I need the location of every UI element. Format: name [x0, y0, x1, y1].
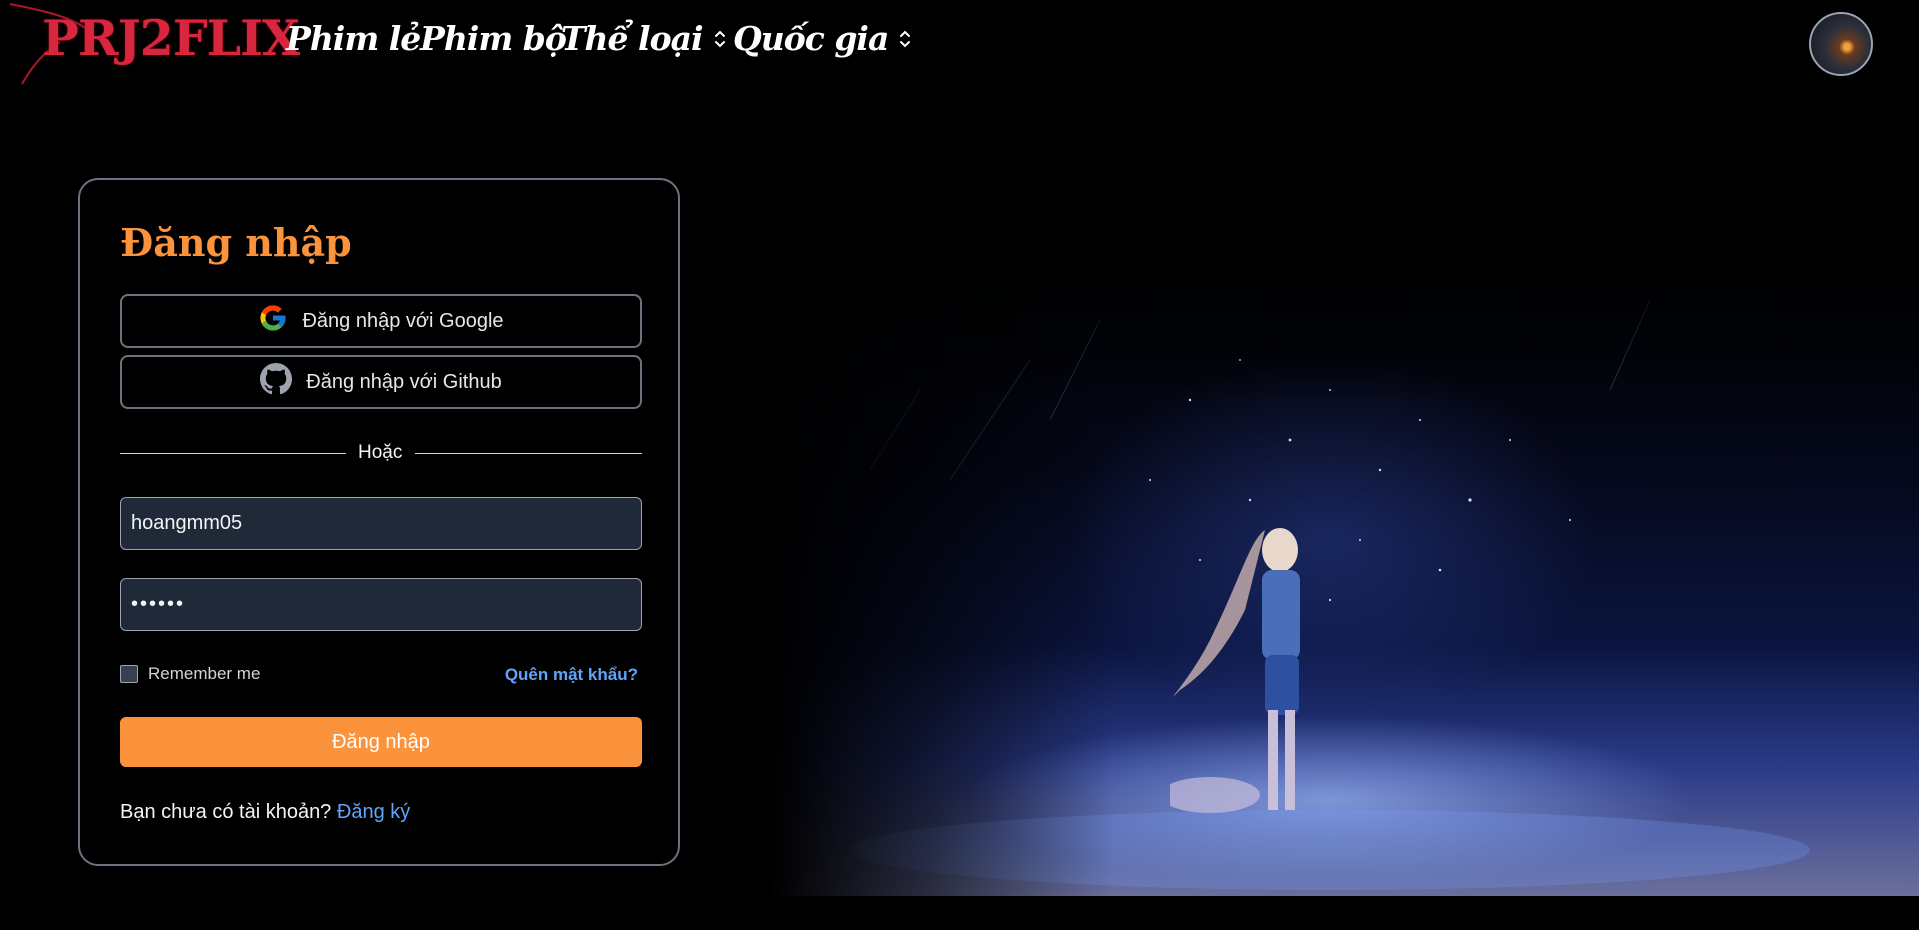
nav-phim-bo[interactable]: Phim bộ [420, 19, 567, 58]
divider-text: Hoặc [358, 442, 403, 463]
github-login-button[interactable]: Đăng nhập với Github [120, 355, 642, 409]
google-login-button[interactable]: Đăng nhập với Google [120, 294, 642, 348]
forgot-password-link[interactable]: Quên mật khẩu? [505, 665, 638, 685]
girl-figure-icon [1170, 528, 1300, 813]
signup-prompt: Bạn chưa có tài khoản? [120, 801, 332, 823]
remember-label: Remember me [148, 664, 261, 683]
login-submit-button[interactable]: Đăng nhập [120, 717, 642, 767]
chevron-up-down-icon [713, 28, 727, 50]
chevron-up-down-icon [898, 28, 912, 50]
user-avatar[interactable] [1809, 12, 1873, 76]
nav-label: Phim lẻ [286, 19, 421, 58]
google-login-label: Đăng nhập với Google [302, 309, 504, 332]
login-title: Đăng nhập [120, 220, 352, 265]
username-input[interactable] [120, 497, 642, 550]
signup-link[interactable]: Đăng ký [337, 801, 410, 823]
github-login-label: Đăng nhập với Github [306, 370, 502, 393]
nav-label: Phim bộ [420, 19, 567, 58]
github-icon [260, 363, 293, 401]
divider-left [120, 453, 346, 454]
divider-right [415, 453, 642, 454]
login-card: Đăng nhập Đăng nhập với Google Đăng nhập… [78, 178, 680, 866]
nav-the-loai[interactable]: Thể loại [561, 22, 727, 55]
nav-label: Thể loại [561, 19, 703, 58]
nav-quoc-gia[interactable]: Quốc gia [733, 22, 912, 55]
signup-row: Bạn chưa có tài khoản? Đăng ký [120, 801, 410, 824]
password-input[interactable] [120, 578, 642, 631]
google-icon [258, 303, 288, 339]
remember-me[interactable]: Remember me [120, 664, 260, 684]
remember-checkbox[interactable] [120, 665, 138, 683]
top-navbar: PRJ2FLIX Phim lẻ Phim bộ Thể loại Quốc g… [0, 0, 1919, 90]
nav-label: Quốc gia [733, 19, 889, 58]
logo[interactable]: PRJ2FLIX [42, 14, 300, 63]
nav-phim-le[interactable]: Phim lẻ [286, 19, 421, 58]
